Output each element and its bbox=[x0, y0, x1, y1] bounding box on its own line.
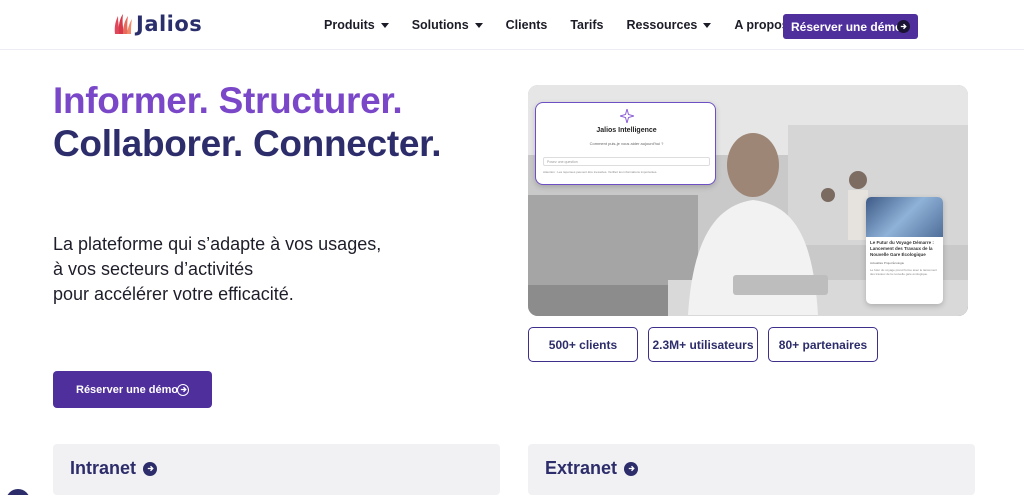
chat-widget-icon[interactable] bbox=[6, 489, 30, 495]
news-card: Le Futur du Voyage Démarre : Lancement d… bbox=[866, 197, 943, 304]
button-label: Réserver une démo bbox=[76, 383, 179, 396]
stat-clients: 500+ clients bbox=[528, 327, 638, 362]
hero-headline: Informer. Structurer. Collaborer. Connec… bbox=[53, 79, 441, 165]
sparkle-icon bbox=[620, 109, 634, 123]
headline-line-1: Informer. Structurer. bbox=[53, 80, 403, 121]
flame-icon bbox=[114, 14, 132, 34]
main-nav: Produits Solutions Clients Tarifs Ressou… bbox=[324, 0, 826, 50]
nav-label: Solutions bbox=[411, 18, 469, 32]
hero-subtitle: La plateforme qui s’adapte à vos usages,… bbox=[53, 232, 381, 307]
chevron-down-icon bbox=[474, 22, 483, 28]
nav-label: Ressources bbox=[626, 18, 698, 32]
stat-users: 2.3M+ utilisateurs bbox=[648, 327, 758, 362]
nav-item-solutions[interactable]: Solutions bbox=[412, 18, 483, 32]
arrow-right-icon bbox=[897, 20, 910, 33]
nav-label: Produits bbox=[324, 18, 375, 32]
site-header: Jalios Produits Solutions Clients Tarifs… bbox=[0, 0, 1024, 50]
ai-card-note: Attention : Les réponses peuvent être in… bbox=[543, 170, 658, 174]
arrow-right-icon bbox=[624, 461, 639, 476]
extranet-card[interactable]: Extranet bbox=[528, 444, 975, 495]
arrow-right-icon bbox=[177, 383, 189, 396]
subtitle-line: à vos secteurs d’activités bbox=[53, 259, 254, 279]
news-tag: Projet bbox=[883, 261, 892, 265]
ai-assistant-card: Jalios Intelligence Comment puis-je vous… bbox=[535, 102, 716, 185]
card-title: Extranet bbox=[545, 458, 639, 479]
book-demo-button-hero[interactable]: Réserver une démo bbox=[53, 371, 212, 408]
nav-item-produits[interactable]: Produits bbox=[324, 18, 389, 32]
chevron-down-icon bbox=[380, 22, 389, 28]
button-label: Réserver une démo bbox=[791, 19, 903, 34]
arrow-right-icon bbox=[143, 461, 158, 476]
nav-item-clients[interactable]: Clients bbox=[506, 18, 548, 32]
news-body: Le futur du voyage prend forme avec le l… bbox=[870, 268, 937, 276]
stat-partners: 80+ partenaires bbox=[768, 327, 878, 362]
news-tag: Écologie bbox=[892, 261, 905, 265]
subtitle-line: pour accélérer votre efficacité. bbox=[53, 284, 294, 304]
nav-item-tarifs[interactable]: Tarifs bbox=[570, 18, 603, 32]
nav-item-ressources[interactable]: Ressources bbox=[626, 18, 712, 32]
headline-line-2: Collaborer. Connecter. bbox=[53, 123, 442, 164]
book-demo-button-header[interactable]: Réserver une démo bbox=[783, 14, 918, 39]
card-title-text: Intranet bbox=[70, 458, 137, 478]
intranet-card[interactable]: Intranet bbox=[53, 444, 500, 495]
card-title-text: Extranet bbox=[545, 458, 618, 478]
news-title: Le Futur du Voyage Démarre : Lancement d… bbox=[870, 240, 934, 257]
news-image bbox=[866, 197, 943, 237]
news-tag: Actualités bbox=[870, 261, 884, 265]
subtitle-line: La plateforme qui s’adapte à vos usages, bbox=[53, 234, 382, 254]
nav-label: A propos bbox=[734, 18, 789, 32]
ai-card-title: Jalios Intelligence bbox=[596, 127, 657, 134]
nav-label: Tarifs bbox=[570, 18, 604, 32]
logo-text: Jalios bbox=[136, 12, 203, 36]
chevron-down-icon bbox=[703, 22, 712, 28]
nav-label: Clients bbox=[505, 18, 548, 32]
card-title: Intranet bbox=[70, 458, 158, 479]
ai-card-subtitle: Comment puis-je vous aider aujourd'hui ? bbox=[589, 141, 664, 146]
jalios-logo[interactable]: Jalios bbox=[112, 12, 202, 36]
ai-question-input[interactable]: Posez une question bbox=[543, 157, 710, 166]
